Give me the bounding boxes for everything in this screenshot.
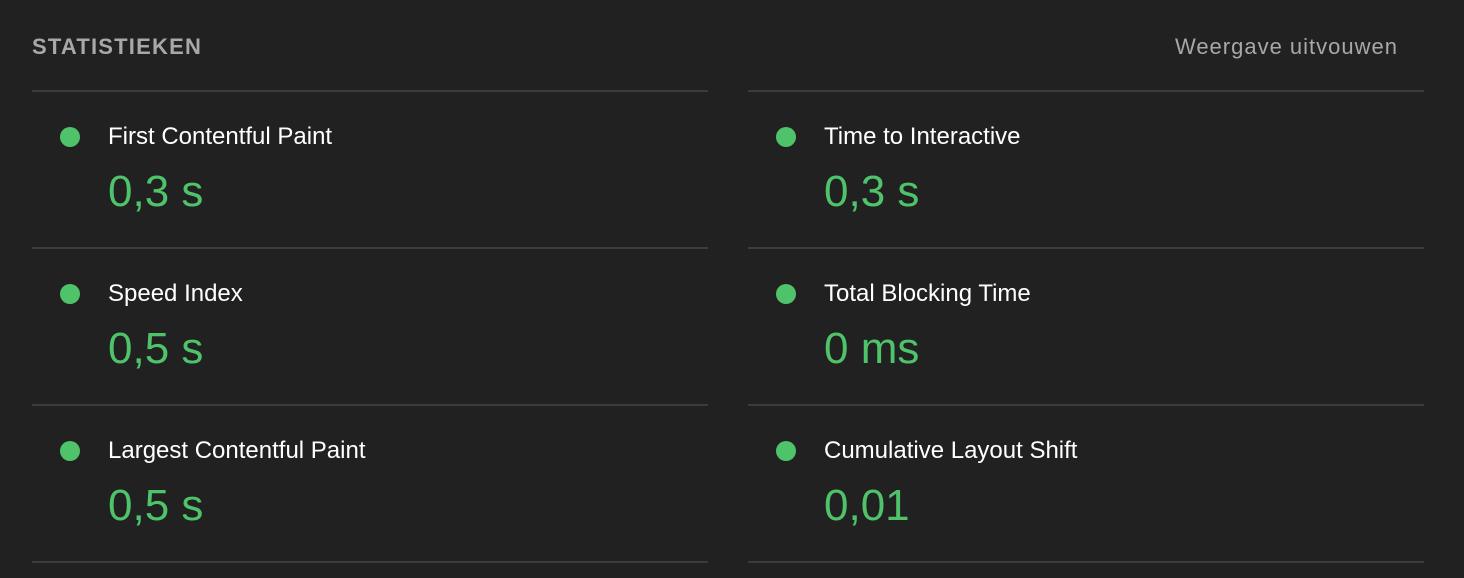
status-pass-icon	[776, 127, 796, 147]
status-pass-icon	[776, 284, 796, 304]
metrics-column-right: Time to Interactive 0,3 s Total Blocking…	[748, 90, 1424, 563]
status-pass-icon	[60, 127, 80, 147]
metric-largest-contentful-paint: Largest Contentful Paint 0,5 s	[32, 404, 708, 563]
metric-label: Cumulative Layout Shift	[824, 437, 1078, 464]
metric-value: 0 ms	[824, 324, 920, 373]
status-pass-icon	[60, 284, 80, 304]
metrics-column-left: First Contentful Paint 0,3 s Speed Index…	[32, 90, 708, 563]
metric-label: Time to Interactive	[824, 123, 1021, 150]
metric-label: First Contentful Paint	[108, 123, 333, 150]
section-title: STATISTIEKEN	[32, 34, 203, 59]
metric-label: Largest Contentful Paint	[108, 437, 366, 464]
expand-view-button[interactable]: Weergave uitvouwen	[1175, 33, 1398, 61]
metric-value: 0,3 s	[824, 167, 920, 216]
metric-value: 0,5 s	[108, 481, 204, 530]
metric-time-to-interactive: Time to Interactive 0,3 s	[748, 90, 1424, 247]
status-pass-icon	[776, 441, 796, 461]
metric-label: Total Blocking Time	[824, 280, 1031, 307]
metric-speed-index: Speed Index 0,5 s	[32, 247, 708, 404]
status-pass-icon	[60, 441, 80, 461]
metric-label: Speed Index	[108, 280, 243, 307]
metric-first-contentful-paint: First Contentful Paint 0,3 s	[32, 90, 708, 247]
metric-cumulative-layout-shift: Cumulative Layout Shift 0,01	[748, 404, 1424, 563]
metric-value: 0,5 s	[108, 324, 204, 373]
metric-total-blocking-time: Total Blocking Time 0 ms	[748, 247, 1424, 404]
metric-value: 0,01	[824, 481, 910, 530]
metric-value: 0,3 s	[108, 167, 204, 216]
